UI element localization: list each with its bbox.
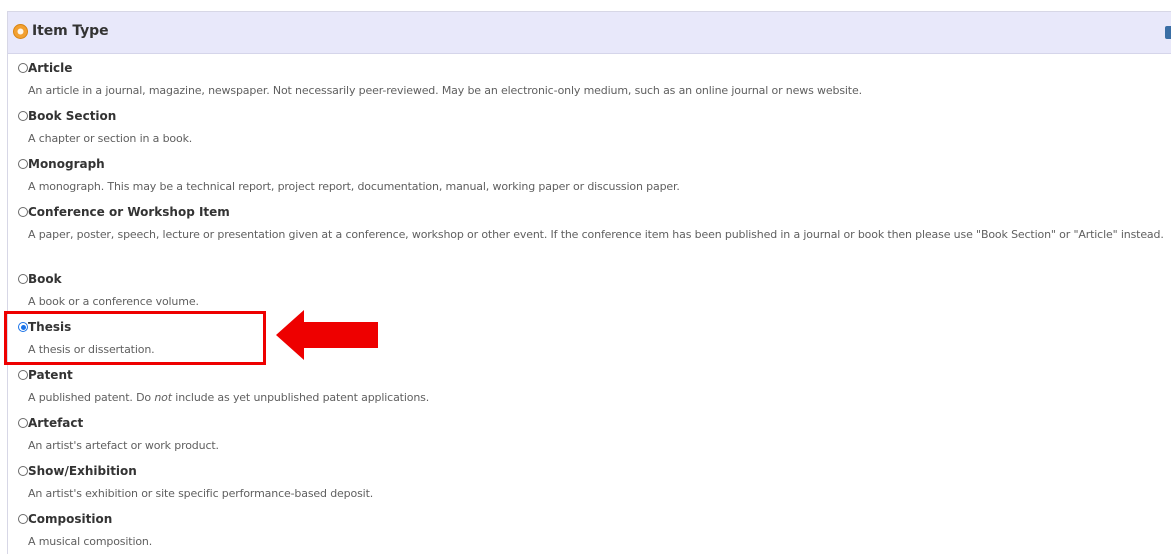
radio-article[interactable]: [18, 63, 28, 73]
patent-desc-part-1: A published patent. Do: [28, 391, 155, 404]
panel-title: Item Type: [32, 23, 109, 39]
item-label-article[interactable]: Article: [28, 61, 72, 75]
item-label-book-section[interactable]: Book Section: [28, 109, 116, 123]
orange-circle-icon: [13, 24, 28, 39]
help-icon[interactable]: [1165, 26, 1171, 39]
radio-monograph[interactable]: [18, 159, 28, 169]
radio-composition[interactable]: [18, 514, 28, 524]
item-desc-patent: A published patent. Do not include as ye…: [28, 390, 1164, 406]
radio-conference-or-workshop-item[interactable]: [18, 207, 28, 217]
item-desc-article: An article in a journal, magazine, newsp…: [28, 84, 862, 97]
panel-header: Item Type: [8, 12, 1171, 54]
patent-desc-emphasis: not: [154, 391, 172, 404]
item-desc-artefact: An artist's artefact or work product.: [28, 439, 219, 452]
selection-highlight-box: [4, 311, 266, 365]
item-label-monograph[interactable]: Monograph: [28, 157, 105, 171]
patent-desc-part-3: include as yet unpublished patent applic…: [171, 391, 430, 404]
item-label-conference-or-workshop-item[interactable]: Conference or Workshop Item: [28, 205, 230, 219]
radio-book[interactable]: [18, 274, 28, 284]
item-label-artefact[interactable]: Artefact: [28, 416, 83, 430]
item-label-patent[interactable]: Patent: [28, 368, 73, 382]
radio-artefact[interactable]: [18, 418, 28, 428]
red-arrow-icon: [276, 310, 378, 360]
item-desc-composition: A musical composition.: [28, 535, 153, 548]
radio-show-exhibition[interactable]: [18, 466, 28, 476]
item-label-book[interactable]: Book: [28, 272, 62, 286]
item-desc-book: A book or a conference volume.: [28, 295, 199, 308]
item-desc-book-section: A chapter or section in a book.: [28, 132, 193, 145]
radio-book-section[interactable]: [18, 111, 28, 121]
radio-patent[interactable]: [18, 370, 28, 380]
item-desc-conference-or-workshop-item: A paper, poster, speech, lecture or pres…: [28, 228, 1164, 241]
item-label-show-exhibition[interactable]: Show/Exhibition: [28, 464, 137, 478]
item-label-composition[interactable]: Composition: [28, 512, 112, 526]
item-desc-monograph: A monograph. This may be a technical rep…: [28, 180, 680, 193]
item-desc-show-exhibition: An artist's exhibition or site specific …: [28, 487, 374, 500]
